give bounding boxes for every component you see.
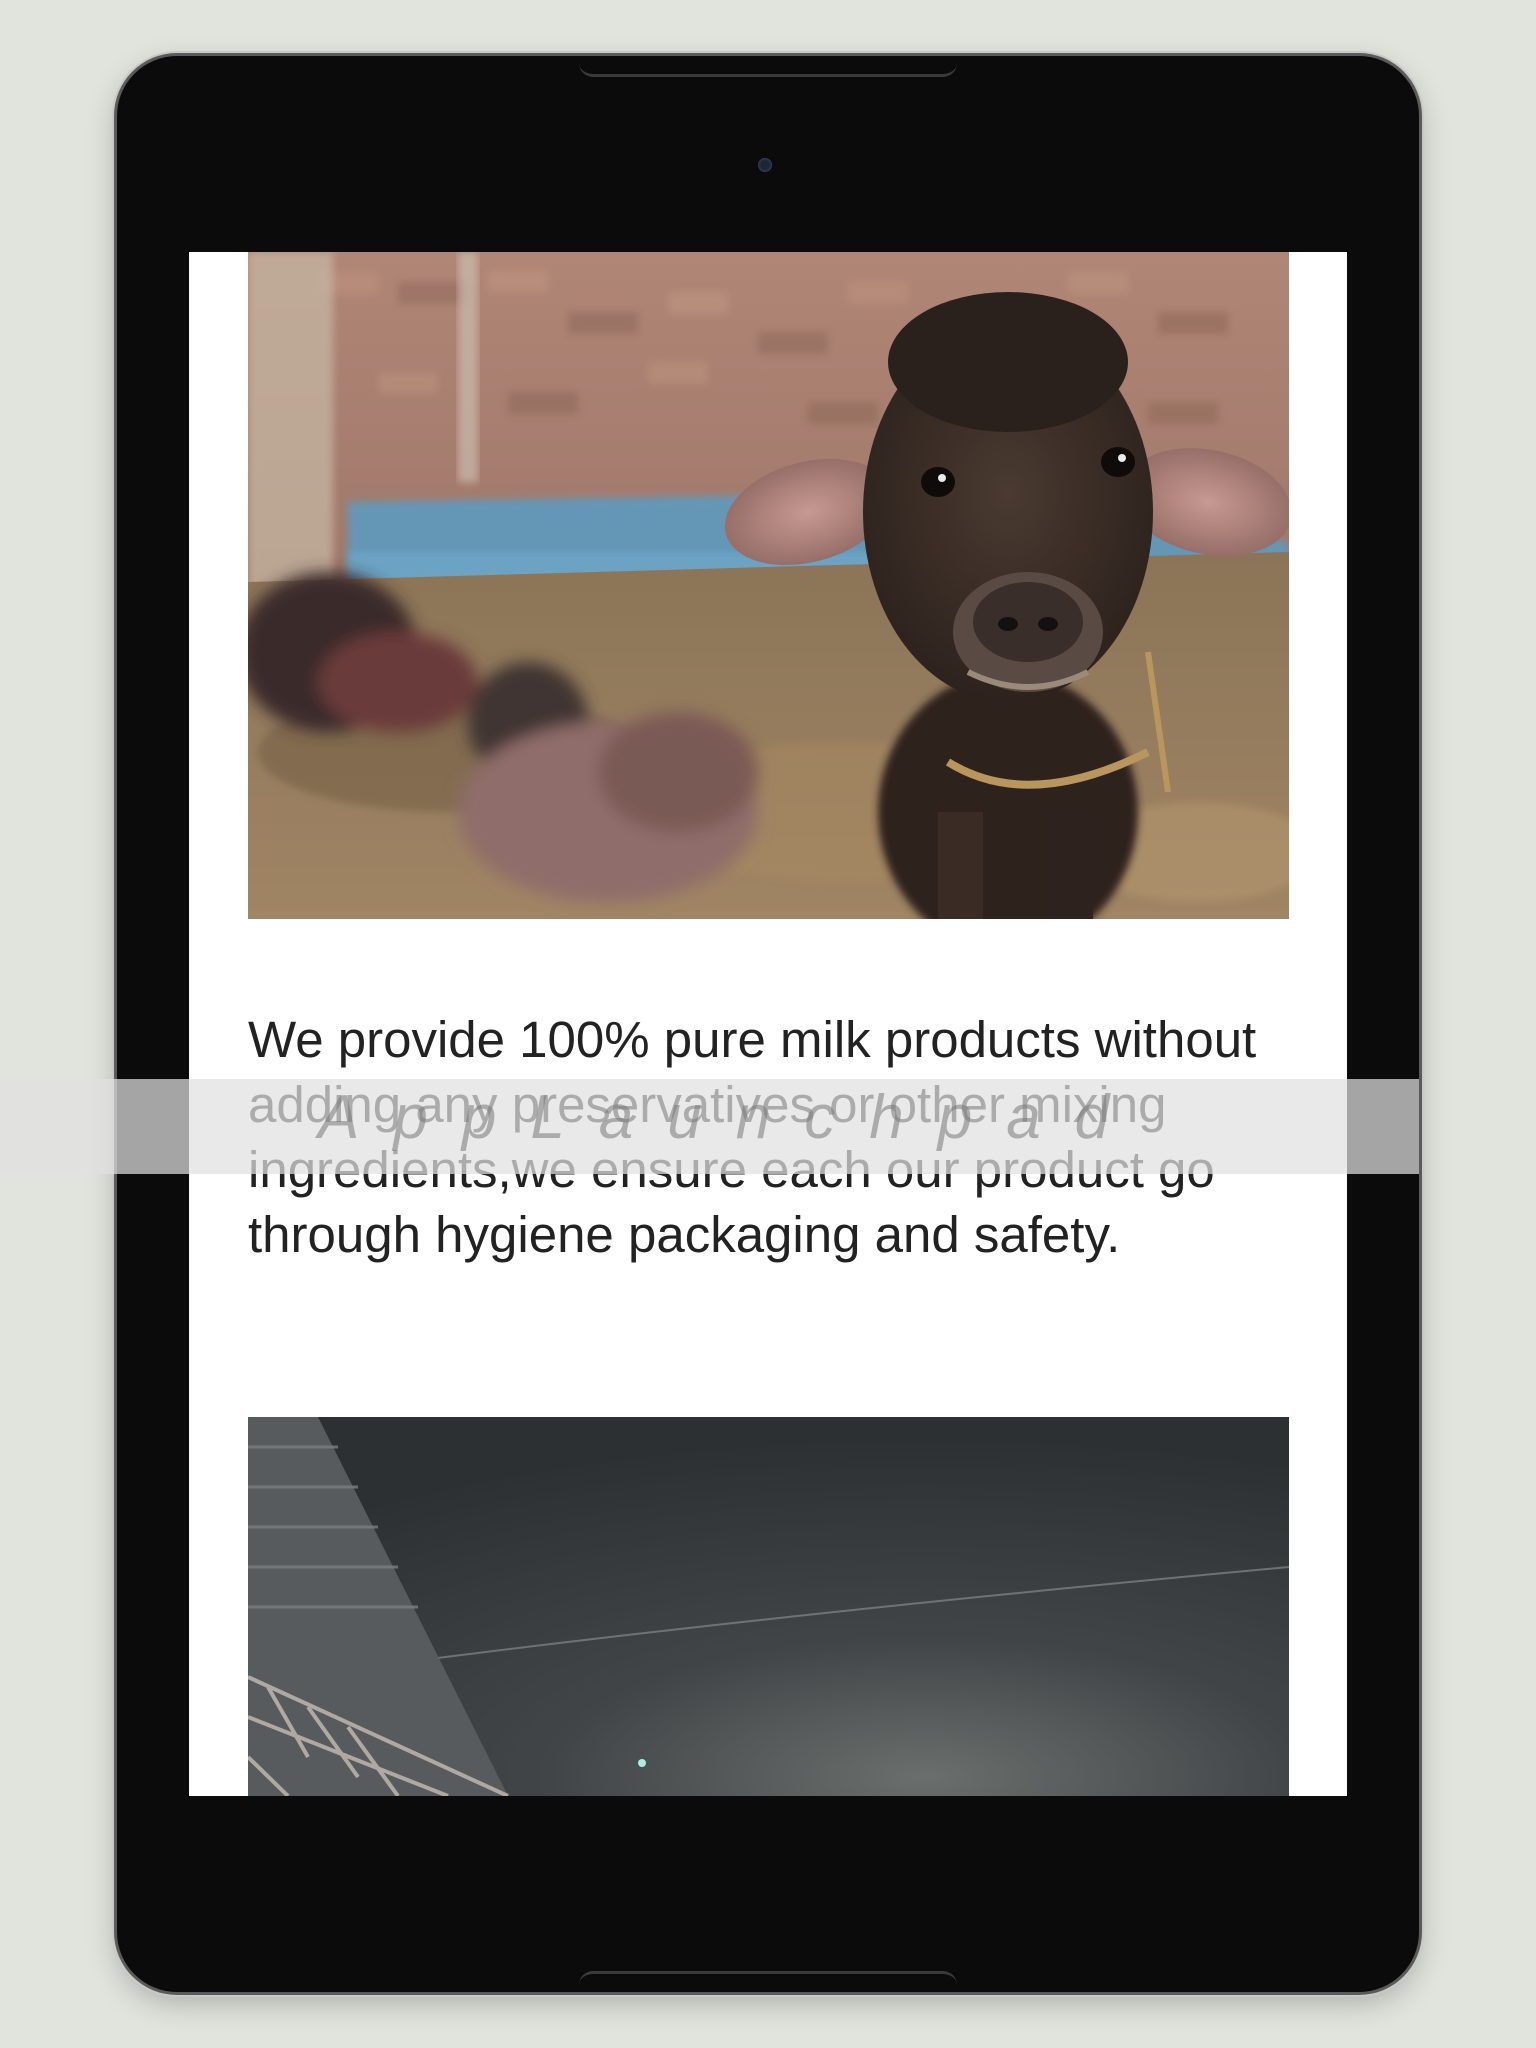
tablet-bottom-bevel bbox=[579, 1971, 957, 1992]
shed-night-photo bbox=[248, 1417, 1289, 1796]
watermark-text: AppLaunchpad bbox=[318, 1083, 1144, 1152]
stage: We provide 100% pure milk products witho… bbox=[0, 0, 1536, 2048]
buffalo-calf-photo bbox=[248, 252, 1289, 919]
app-screen[interactable]: We provide 100% pure milk products witho… bbox=[189, 252, 1347, 1796]
front-camera-icon bbox=[758, 158, 772, 172]
tablet-top-bevel bbox=[579, 56, 957, 77]
